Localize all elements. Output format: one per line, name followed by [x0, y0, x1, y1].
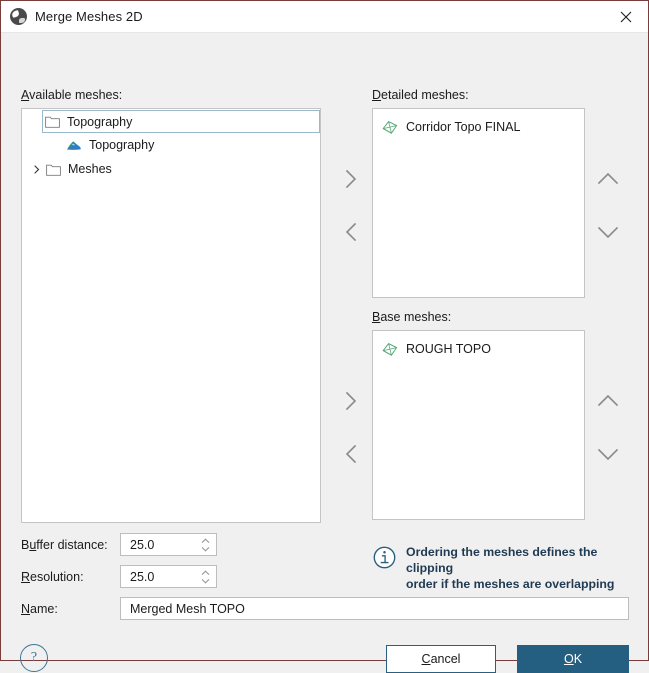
terrain-icon	[67, 141, 81, 150]
buffer-distance-spinner[interactable]	[120, 533, 217, 556]
tree-item-label: Topography	[89, 138, 155, 152]
base-meshes-label: Base meshes:	[372, 310, 451, 324]
move-down-base-button[interactable]	[592, 438, 624, 470]
merge-meshes-dialog: Merge Meshes 2D Available meshes: Topogr…	[0, 0, 649, 673]
ordering-info-text: Ordering the meshes defines the clipping…	[406, 544, 628, 592]
ordering-info-line-2: order if the meshes are overlapping	[406, 577, 615, 591]
available-meshes-label-accel: A	[21, 88, 30, 102]
cancel-button-label: Cancel	[422, 652, 461, 666]
ok-button-label: OK	[564, 652, 582, 666]
resolution-decrement[interactable]	[201, 578, 210, 584]
buffer-distance-spin-arrows[interactable]	[199, 534, 212, 555]
folder-icon	[45, 116, 60, 128]
move-up-base-button[interactable]	[592, 385, 624, 417]
buffer-distance-increment[interactable]	[201, 537, 210, 544]
resolution-label: Resolution:	[21, 570, 84, 584]
chevron-right-icon	[345, 391, 357, 411]
move-up-detailed-button[interactable]	[592, 163, 624, 195]
help-button[interactable]: ?	[20, 644, 48, 672]
base-meshes-label-text: ase meshes:	[380, 310, 452, 324]
resolution-label-text: esolution:	[30, 570, 84, 584]
folder-icon	[46, 164, 61, 176]
close-icon	[620, 11, 632, 22]
chevron-up-icon	[597, 394, 619, 407]
move-down-detailed-button[interactable]	[592, 216, 624, 248]
dialog-body: Available meshes: Topography Topography …	[1, 33, 648, 673]
mesh-icon	[382, 120, 398, 134]
buffer-distance-label: Buffer distance:	[21, 538, 108, 552]
resolution-label-accel: R	[21, 570, 31, 584]
chevron-down-icon	[597, 226, 619, 239]
merge-meshes-app-icon	[10, 8, 27, 25]
resolution-increment[interactable]	[201, 569, 210, 576]
chevron-right-icon	[33, 164, 39, 174]
chevron-up-icon	[201, 537, 210, 543]
detailed-meshes-label: Detailed meshes:	[372, 88, 469, 102]
buffer-distance-decrement[interactable]	[201, 546, 210, 552]
ok-button[interactable]: OK	[517, 645, 629, 673]
tree-item-topography-folder[interactable]: Topography	[42, 110, 320, 133]
available-meshes-tree[interactable]: Topography Topography Meshes	[21, 108, 321, 523]
add-to-detailed-button[interactable]	[335, 163, 367, 195]
list-item[interactable]: Corridor Topo FINAL	[373, 115, 584, 139]
remove-from-base-button[interactable]	[335, 438, 367, 470]
resolution-spinner[interactable]	[120, 565, 217, 588]
available-meshes-label: Available meshes:	[21, 88, 122, 102]
name-label-accel: N	[21, 602, 31, 616]
chevron-up-icon	[597, 172, 619, 185]
chevron-right-icon	[345, 169, 357, 189]
ordering-info-message: Ordering the meshes defines the clipping…	[373, 544, 628, 592]
chevron-down-icon	[201, 578, 210, 584]
name-input[interactable]	[121, 598, 628, 619]
help-icon: ?	[30, 650, 38, 665]
detailed-meshes-list[interactable]: Corridor Topo FINAL	[372, 108, 585, 298]
tree-item-meshes-folder[interactable]: Meshes	[22, 157, 320, 181]
chevron-left-icon	[345, 222, 357, 242]
tree-item-label: Topography	[67, 114, 133, 129]
name-label-text: ame:	[30, 602, 58, 616]
base-meshes-list[interactable]: ROUGH TOPO	[372, 330, 585, 520]
resolution-spin-arrows[interactable]	[199, 566, 212, 587]
buffer-distance-label-part2: ffer distance:	[36, 538, 108, 552]
cancel-button-text: ancel	[430, 652, 461, 666]
list-item[interactable]: ROUGH TOPO	[373, 337, 584, 361]
remove-from-detailed-button[interactable]	[335, 216, 367, 248]
detailed-meshes-label-text: etailed meshes:	[381, 88, 469, 102]
ordering-info-line-1: Ordering the meshes defines the clipping	[406, 545, 598, 575]
ok-button-accel: O	[563, 652, 574, 666]
title-bar: Merge Meshes 2D	[1, 1, 648, 33]
chevron-down-icon	[201, 546, 210, 552]
cancel-button[interactable]: Cancel	[386, 645, 496, 673]
detailed-meshes-label-accel: D	[372, 88, 382, 102]
list-item-label: ROUGH TOPO	[406, 342, 491, 356]
tree-item-topography-terrain[interactable]: Topography	[22, 133, 320, 157]
close-button[interactable]	[604, 2, 648, 32]
name-field[interactable]	[120, 597, 629, 620]
chevron-down-icon	[597, 448, 619, 461]
chevron-left-icon	[345, 444, 357, 464]
ok-button-text: K	[573, 652, 583, 666]
add-to-base-button[interactable]	[335, 385, 367, 417]
window-title: Merge Meshes 2D	[35, 9, 143, 24]
tree-item-label: Meshes	[68, 162, 112, 176]
list-item-label: Corridor Topo FINAL	[406, 120, 521, 134]
chevron-up-icon	[201, 569, 210, 575]
mesh-icon	[382, 342, 398, 356]
available-meshes-label-text: vailable meshes:	[29, 88, 123, 102]
info-icon	[373, 546, 396, 569]
name-label: Name:	[21, 602, 58, 616]
tree-twisty-meshes[interactable]	[26, 164, 46, 175]
cancel-button-accel: C	[421, 652, 431, 666]
